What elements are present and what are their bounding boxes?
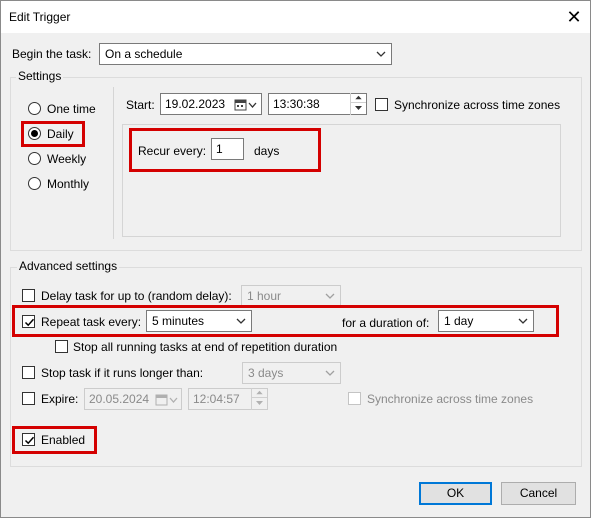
expire-label: Expire: — [41, 392, 79, 406]
expire-time-spinner[interactable] — [251, 388, 267, 410]
settings-legend: Settings — [16, 69, 64, 83]
radio-one-time[interactable] — [28, 102, 41, 115]
cancel-button[interactable]: Cancel — [501, 482, 576, 505]
begin-task-select[interactable]: On a schedule — [99, 43, 392, 65]
radio-weekly[interactable] — [28, 152, 41, 165]
highlight-enabled — [12, 426, 97, 454]
expire-time-value: 12:04:57 — [193, 392, 240, 406]
spin-up-icon[interactable] — [252, 388, 267, 398]
begin-task-label: Begin the task: — [12, 47, 92, 61]
expire-date-field[interactable]: 20.05.2024 — [84, 388, 182, 410]
delay-task-value: 1 hour — [247, 289, 282, 303]
delay-task-checkbox[interactable] — [22, 289, 35, 302]
expire-sync-label: Synchronize across time zones — [367, 392, 534, 406]
spin-up-icon[interactable] — [351, 93, 366, 103]
sync-time-zones-checkbox[interactable] — [375, 98, 388, 111]
expire-date-value: 20.05.2024 — [89, 392, 150, 406]
chevron-down-icon — [376, 51, 386, 57]
stop-long-task-label: Stop task if it runs longer than: — [41, 366, 204, 380]
chevron-down-icon — [325, 293, 335, 299]
window-title: Edit Trigger — [9, 10, 71, 24]
sync-time-zones-label: Synchronize across time zones — [394, 98, 561, 112]
highlight-recur-every — [129, 128, 321, 172]
radio-monthly[interactable] — [28, 177, 41, 190]
chevron-down-icon — [325, 370, 335, 376]
start-date-field[interactable]: 19.02.2023 — [160, 93, 262, 115]
stop-running-tasks-label: Stop all running tasks at end of repetit… — [73, 340, 338, 354]
stop-long-task-checkbox[interactable] — [22, 366, 35, 379]
calendar-icon — [234, 99, 257, 111]
edit-trigger-dialog: Edit Trigger ✕ Begin the task: On a sche… — [0, 0, 591, 518]
start-time-spinner[interactable] — [350, 93, 366, 115]
calendar-icon — [155, 394, 178, 406]
start-label: Start: — [126, 98, 155, 112]
expire-checkbox[interactable] — [22, 392, 35, 405]
delay-task-select[interactable]: 1 hour — [241, 285, 341, 307]
title-bar: Edit Trigger ✕ — [1, 1, 590, 33]
delay-task-label: Delay task for up to (random delay): — [41, 289, 232, 303]
highlight-daily — [21, 121, 85, 147]
radio-weekly-label: Weekly — [47, 152, 87, 166]
close-icon[interactable]: ✕ — [561, 4, 587, 30]
stop-running-tasks-checkbox[interactable] — [55, 340, 68, 353]
expire-time-field[interactable]: 12:04:57 — [188, 388, 268, 410]
spin-down-icon[interactable] — [252, 398, 267, 408]
start-time-value: 13:30:38 — [273, 97, 320, 111]
begin-task-value: On a schedule — [105, 47, 183, 61]
stop-long-task-value: 3 days — [248, 366, 284, 380]
stop-long-task-select[interactable]: 3 days — [242, 362, 341, 384]
start-time-field[interactable]: 13:30:38 — [268, 93, 367, 115]
ok-button[interactable]: OK — [419, 482, 492, 505]
radio-one-time-label: One time — [47, 102, 96, 116]
start-date-value: 19.02.2023 — [165, 97, 226, 111]
radio-monthly-label: Monthly — [47, 177, 90, 191]
expire-sync-checkbox[interactable] — [348, 392, 361, 405]
spin-down-icon[interactable] — [351, 103, 366, 113]
advanced-settings-legend: Advanced settings — [17, 259, 120, 273]
settings-divider — [113, 87, 114, 239]
highlight-repeat-task — [12, 305, 559, 337]
